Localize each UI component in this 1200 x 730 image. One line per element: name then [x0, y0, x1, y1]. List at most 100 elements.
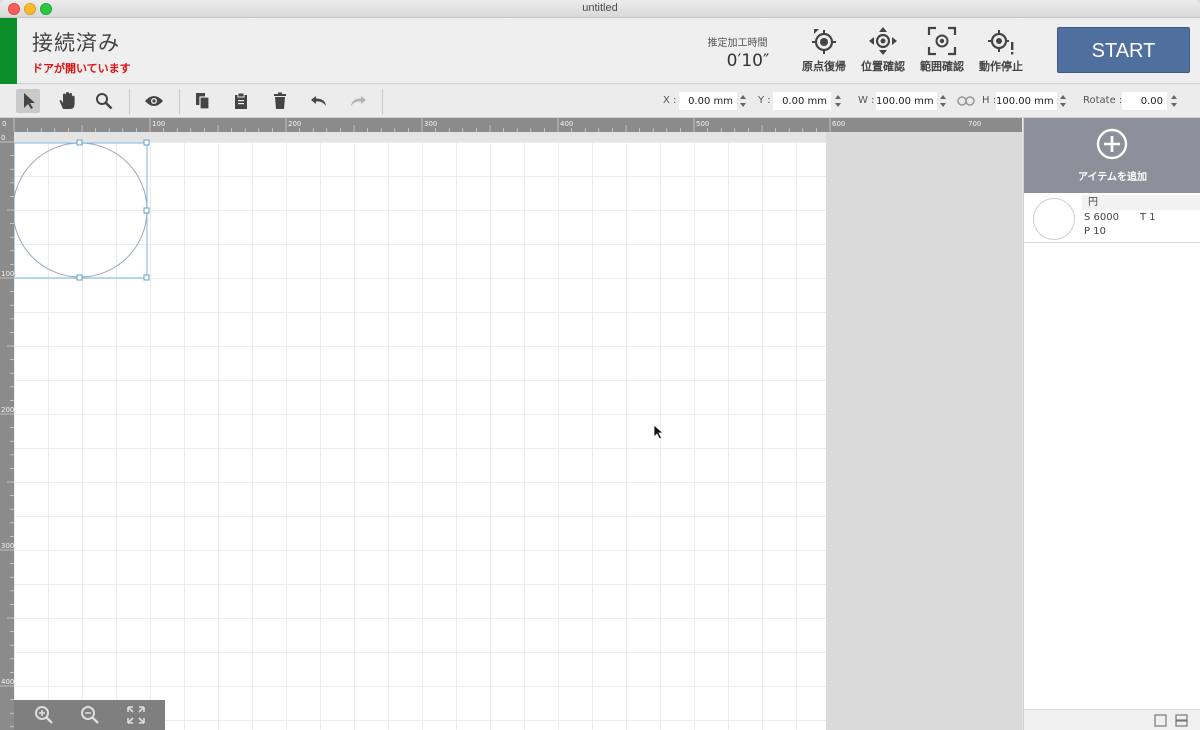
home-button-label: 原点復帰 — [802, 60, 846, 73]
magnifier-icon — [96, 93, 113, 110]
width-stepper[interactable] — [939, 93, 947, 109]
delete-button[interactable] — [268, 89, 292, 113]
panel-footer — [1024, 709, 1200, 730]
x-stepper[interactable] — [739, 93, 747, 109]
pan-tool[interactable] — [55, 89, 79, 113]
window-title: untitled — [582, 2, 618, 14]
ruler-label: 300 — [1, 542, 14, 550]
rotate-field[interactable] — [1122, 92, 1167, 110]
item-panel: アイテムを追加 円 S 6000 T 1 P 10 — [1023, 118, 1200, 730]
height-stepper[interactable] — [1059, 93, 1067, 109]
zoom-controls — [14, 700, 165, 730]
home-crosshair-icon — [812, 29, 836, 54]
eye-icon — [145, 96, 163, 106]
fit-screen-icon[interactable] — [126, 705, 146, 725]
toolbar-divider — [179, 89, 180, 114]
width-field[interactable] — [876, 92, 937, 110]
ruler-label: 700 — [968, 120, 981, 128]
connection-status: 接続済み — [32, 31, 120, 55]
mouse-cursor-icon — [653, 424, 665, 440]
plus-circle-icon — [1096, 128, 1128, 160]
arrow-pointer-icon — [24, 93, 35, 109]
range-check-label: 範囲確認 — [920, 60, 964, 73]
resize-handle[interactable] — [143, 207, 150, 214]
redo-button[interactable] — [346, 89, 370, 113]
w-label: W : — [858, 95, 875, 106]
resize-handle[interactable] — [76, 274, 83, 281]
estimate-label: 推定加工時間 — [707, 38, 768, 49]
ruler-label: 200 — [1, 406, 14, 414]
split-view-icon[interactable] — [1175, 714, 1188, 727]
top-ruler: 0 100 200 300 400 500 600 700 — [0, 118, 1022, 132]
x-label: X : — [663, 95, 677, 106]
left-ruler: 0 100 200 300 400 — [0, 132, 14, 730]
item-power: P 10 — [1084, 226, 1106, 237]
single-view-icon[interactable] — [1154, 714, 1167, 727]
position-move-icon — [869, 27, 897, 55]
position-check-button[interactable]: 位置確認 — [855, 26, 911, 76]
ruler-label: 500 — [696, 120, 709, 128]
ruler-label: 600 — [832, 120, 845, 128]
height-field[interactable] — [996, 92, 1057, 110]
ruler-label: 200 — [288, 120, 301, 128]
ruler-label: 100 — [1, 270, 14, 278]
y-field[interactable] — [773, 92, 831, 110]
ruler-label: 300 — [424, 120, 437, 128]
resize-handle[interactable] — [76, 139, 83, 146]
resize-handle[interactable] — [143, 139, 150, 146]
ruler-label: 0 — [1, 134, 5, 142]
stop-alert-icon — [988, 30, 1014, 55]
resize-handle[interactable] — [143, 274, 150, 281]
ruler-label: 0 — [2, 120, 6, 128]
copy-icon — [196, 93, 210, 110]
undo-icon — [311, 96, 326, 106]
range-check-button[interactable]: 範囲確認 — [914, 26, 970, 76]
add-item-button[interactable]: アイテムを追加 — [1024, 118, 1200, 193]
edit-toolbar: X : Y : W : H : Rotate : — [0, 85, 1200, 118]
app-window: untitled 接続済み ドアが開いています 推定加工時間 0′10″ 原点復… — [0, 0, 1200, 730]
hand-icon — [59, 92, 75, 109]
title-bar: untitled — [0, 0, 1200, 18]
y-stepper[interactable] — [834, 93, 842, 109]
connection-status-indicator — [0, 18, 17, 84]
zoom-tool[interactable] — [92, 89, 116, 113]
stop-button[interactable]: 動作停止 — [973, 26, 1029, 76]
copy-button[interactable] — [191, 89, 215, 113]
preview-tool[interactable] — [142, 89, 166, 113]
zoom-out-icon[interactable] — [80, 705, 100, 725]
item-name: 円 — [1082, 195, 1200, 210]
stop-button-label: 動作停止 — [979, 60, 1023, 73]
position-check-label: 位置確認 — [861, 60, 905, 73]
undo-button[interactable] — [307, 89, 331, 113]
toolbar-divider — [382, 89, 383, 114]
clipboard-icon — [235, 92, 247, 109]
home-button[interactable]: 原点復帰 — [796, 26, 852, 76]
paste-button[interactable] — [229, 89, 253, 113]
selected-circle-shape[interactable] — [14, 132, 164, 282]
x-field[interactable] — [679, 92, 737, 110]
item-times: T 1 — [1140, 212, 1156, 223]
list-item[interactable]: 円 S 6000 T 1 P 10 — [1024, 193, 1200, 243]
estimate-time: 0′10″ — [726, 51, 770, 71]
aspect-lock-link-icon[interactable] — [957, 96, 975, 106]
ruler-label: 400 — [1, 678, 14, 686]
machine-header: 接続済み ドアが開いています 推定加工時間 0′10″ 原点復帰 位置確認 範囲… — [0, 18, 1200, 84]
ruler-label: 400 — [560, 120, 573, 128]
trash-icon — [274, 92, 286, 109]
rotate-label: Rotate : — [1083, 95, 1123, 106]
door-warning: ドアが開いています — [32, 62, 131, 75]
add-item-label: アイテムを追加 — [1078, 172, 1147, 183]
h-label: H : — [982, 95, 997, 106]
redo-icon — [351, 96, 366, 106]
y-label: Y : — [758, 95, 771, 106]
frame-check-icon — [927, 26, 957, 56]
design-canvas[interactable] — [14, 132, 1022, 730]
rotate-stepper[interactable] — [1170, 93, 1178, 109]
zoom-in-icon[interactable] — [34, 705, 54, 725]
item-thumbnail — [1033, 198, 1075, 240]
toolbar-divider — [129, 89, 130, 114]
start-button[interactable]: START — [1057, 27, 1190, 73]
select-tool[interactable] — [16, 89, 40, 113]
ruler-label: 100 — [152, 120, 165, 128]
item-speed: S 6000 — [1084, 212, 1119, 223]
